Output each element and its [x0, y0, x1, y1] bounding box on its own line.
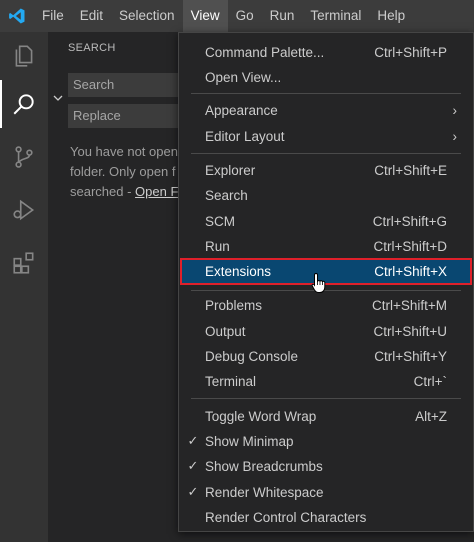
menu-item-shortcut: Ctrl+Shift+P	[374, 44, 447, 60]
menu-item-shortcut: Ctrl+Shift+U	[373, 323, 447, 339]
menu-item-label: Open View...	[205, 69, 282, 85]
menu-go[interactable]: Go	[228, 0, 262, 32]
menu-editor-layout[interactable]: Editor Layout ›	[181, 124, 471, 148]
chevron-right-icon: ›	[452, 102, 458, 118]
menu-debug-console[interactable]: Debug Console Ctrl+Shift+Y	[181, 344, 471, 368]
search-icon[interactable]	[0, 80, 48, 128]
menu-separator	[191, 398, 461, 399]
menu-item-label: Editor Layout	[205, 128, 285, 144]
menu-item-label: Extensions	[205, 264, 272, 279]
menu-run[interactable]: Run	[262, 0, 303, 32]
menu-item-label: Render Whitespace	[205, 484, 324, 500]
chevron-down-icon[interactable]	[52, 92, 64, 104]
menu-file[interactable]: File	[34, 0, 72, 32]
menu-scm[interactable]: SCM Ctrl+Shift+G	[181, 209, 471, 233]
message-prefix: searched -	[70, 184, 136, 199]
hand-cursor-icon	[311, 272, 327, 294]
menu-explorer[interactable]: Explorer Ctrl+Shift+E	[181, 158, 471, 182]
chevron-right-icon: ›	[452, 128, 458, 144]
menu-item-label: Run	[205, 238, 230, 254]
menu-item-shortcut: Ctrl+Shift+Y	[374, 348, 447, 364]
menu-item-shortcut: Ctrl+Shift+X	[374, 264, 447, 279]
menu-separator	[191, 93, 461, 94]
menu-selection[interactable]: Selection	[111, 0, 183, 32]
menu-view[interactable]: View	[182, 0, 228, 32]
menu-item-shortcut: Ctrl+Shift+D	[373, 238, 447, 254]
menu-output[interactable]: Output Ctrl+Shift+U	[181, 319, 471, 343]
menu-item-label: Show Minimap	[205, 433, 294, 449]
activity-bar	[0, 32, 48, 542]
menu-item-label: Show Breadcrumbs	[205, 458, 323, 474]
menu-item-label: Debug Console	[205, 348, 299, 364]
menu-terminal-view[interactable]: Terminal Ctrl+`	[181, 369, 471, 393]
menu-show-breadcrumbs[interactable]: ✓ Show Breadcrumbs	[181, 454, 471, 478]
menu-bar: File Edit Selection View Go Run Terminal…	[0, 0, 474, 32]
menu-item-label: Command Palette...	[205, 44, 325, 60]
menu-appearance[interactable]: Appearance ›	[181, 98, 471, 122]
extensions-icon[interactable]	[0, 239, 48, 287]
menu-show-minimap[interactable]: ✓ Show Minimap	[181, 429, 471, 453]
menu-item-label: Terminal	[205, 373, 257, 389]
menu-separator	[191, 153, 461, 154]
menu-item-label: Output	[205, 323, 246, 339]
menu-render-whitespace[interactable]: ✓ Render Whitespace	[181, 480, 471, 504]
run-debug-icon[interactable]	[0, 186, 48, 234]
menu-problems[interactable]: Problems Ctrl+Shift+M	[181, 293, 471, 317]
menu-item-label: Appearance	[205, 102, 278, 118]
menu-item-shortcut: Ctrl+`	[413, 373, 447, 389]
menu-item-label: Render Control Characters	[205, 509, 367, 525]
menu-help[interactable]: Help	[369, 0, 413, 32]
menu-item-shortcut: Ctrl+Shift+M	[371, 297, 447, 313]
menu-open-view[interactable]: Open View...	[181, 65, 471, 89]
menu-command-palette[interactable]: Command Palette... Ctrl+Shift+P	[181, 40, 471, 64]
panel-title: SEARCH	[68, 42, 116, 54]
vscode-logo-icon	[0, 0, 34, 32]
menu-search[interactable]: Search	[181, 183, 471, 207]
menu-item-shortcut: Alt+Z	[415, 408, 447, 424]
menu-item-shortcut: Ctrl+Shift+G	[372, 213, 447, 229]
menu-run[interactable]: Run Ctrl+Shift+D	[181, 234, 471, 258]
menu-item-label: Problems	[205, 297, 263, 313]
menu-item-shortcut: Ctrl+Shift+E	[374, 162, 447, 178]
checkmark-icon: ✓	[187, 458, 199, 473]
menu-item-label: Toggle Word Wrap	[205, 408, 317, 424]
menu-edit[interactable]: Edit	[72, 0, 111, 32]
menu-toggle-word-wrap[interactable]: Toggle Word Wrap Alt+Z	[181, 404, 471, 428]
checkmark-icon: ✓	[187, 484, 199, 499]
menu-item-label: SCM	[205, 213, 235, 229]
menu-item-label: Explorer	[205, 162, 256, 178]
menu-terminal[interactable]: Terminal	[302, 0, 369, 32]
menu-render-control-characters[interactable]: Render Control Characters	[181, 505, 471, 529]
source-control-icon[interactable]	[0, 133, 48, 181]
explorer-icon[interactable]	[0, 32, 48, 80]
menu-item-label: Search	[205, 187, 248, 203]
checkmark-icon: ✓	[187, 433, 199, 448]
